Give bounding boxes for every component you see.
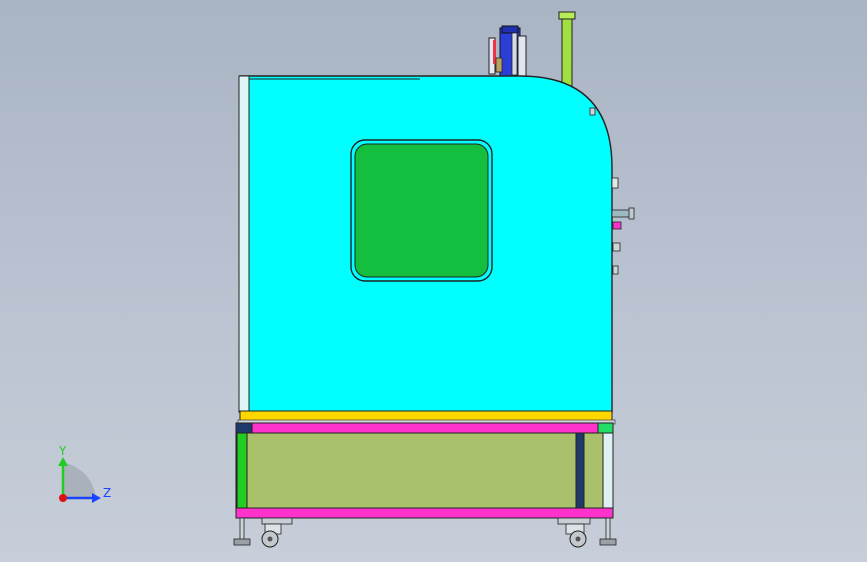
side-fitting-1	[611, 177, 619, 189]
top-cylinder-grey	[511, 32, 518, 76]
base-panel	[235, 432, 614, 511]
foot-right-pad	[599, 538, 617, 546]
magenta-rail-bottom	[235, 507, 614, 519]
triad-plane	[63, 462, 96, 498]
navy-post	[575, 432, 585, 511]
caster-right-hub	[575, 536, 581, 542]
foot-right-stem	[605, 517, 611, 541]
cabinet-door-hinge	[238, 75, 250, 413]
corner-block-right	[597, 422, 614, 434]
triad-z-label: Z	[103, 486, 111, 500]
caster-right-mount	[557, 517, 591, 525]
triad-z-arrow	[92, 493, 101, 503]
triad-origin	[59, 494, 67, 502]
caster-left-hub	[267, 536, 273, 542]
exhaust-pipe	[561, 15, 573, 92]
top-fitting	[495, 57, 503, 73]
triad-y-arrow	[58, 457, 68, 466]
base-frame[interactable]	[235, 410, 616, 519]
side-fitting-5	[612, 265, 619, 275]
side-fitting-3	[612, 221, 622, 230]
white-post-right	[602, 432, 614, 511]
top-tube-right	[517, 35, 527, 77]
top-tube-red	[493, 40, 496, 64]
triad-y-label: Y	[58, 444, 67, 458]
green-post-left	[236, 432, 248, 511]
coordinate-triad[interactable]: Y Z	[58, 444, 111, 503]
caster-left-mount	[261, 517, 293, 525]
cad-viewport[interactable]: Y Z	[0, 0, 867, 562]
foot-left-stem	[239, 517, 245, 541]
side-fitting-2-end	[628, 207, 635, 220]
foot-left-pad	[233, 538, 251, 546]
feet-and-casters[interactable]	[233, 517, 617, 548]
observation-window-glass	[354, 143, 489, 278]
cabinet-body[interactable]	[238, 75, 635, 413]
top-cylinder-cap	[501, 25, 519, 34]
side-fitting-top	[589, 107, 596, 116]
side-fitting-4	[612, 242, 621, 252]
corner-block-left	[235, 422, 253, 434]
magenta-rail-top	[235, 422, 614, 434]
yellow-rail	[239, 410, 613, 422]
exhaust-pipe-cap	[558, 11, 576, 20]
